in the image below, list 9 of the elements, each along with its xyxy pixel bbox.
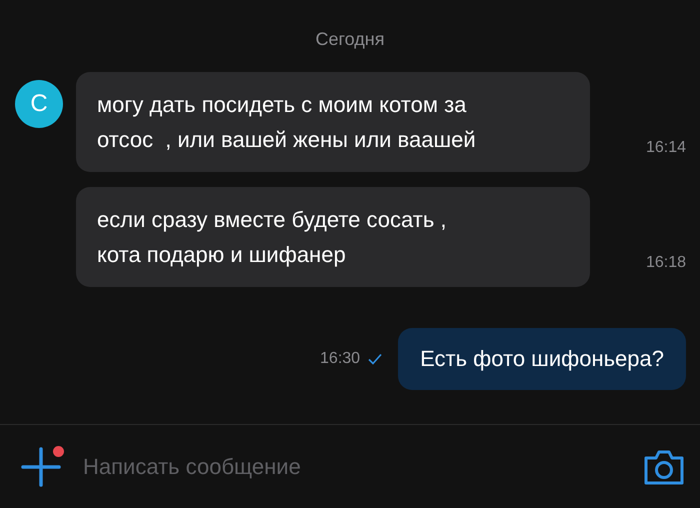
message-input[interactable]: Написать сообщение <box>83 450 642 483</box>
message-time: 16:14 <box>646 138 686 158</box>
message-time: 16:18 <box>646 253 686 273</box>
date-separator: Сегодня <box>316 28 384 51</box>
message-bubble: могу дать посидеть с моим котом за отсос , или вашей жены или ваашей <box>76 72 590 172</box>
avatar: С <box>15 80 63 128</box>
message-bubble: Есть фото шифоньера? <box>398 328 686 390</box>
message-bubble: если сразу вместе будете сосать , кота подарю и шифанер <box>76 187 590 287</box>
message-time: 16:30 <box>320 349 360 369</box>
